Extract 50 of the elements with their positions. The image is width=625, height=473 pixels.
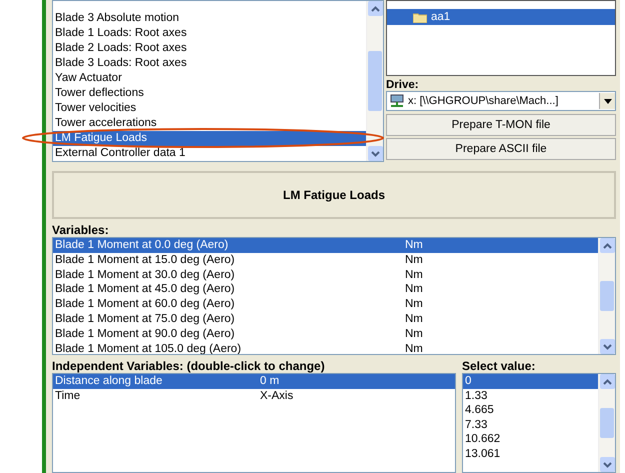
variable-row[interactable]: Blade 1 Moment at 75.0 deg (Aero) Nm bbox=[53, 312, 598, 327]
folder-item[interactable]: aa1 bbox=[387, 9, 615, 25]
scrollbar[interactable] bbox=[598, 374, 615, 472]
value-item[interactable]: 13.061 bbox=[463, 446, 598, 462]
scrollbar[interactable] bbox=[598, 238, 615, 354]
topic-item[interactable]: Yaw Actuator bbox=[53, 71, 366, 86]
topic-item[interactable]: Blade 1 Loads: Root axes bbox=[53, 26, 366, 41]
scroll-up-icon[interactable] bbox=[368, 1, 382, 16]
independent-variables-label: Independent Variables: (double-click to change) bbox=[52, 359, 326, 373]
prepare-button[interactable]: Prepare T-MON file bbox=[386, 114, 616, 136]
scrollbar[interactable] bbox=[366, 1, 383, 161]
independent-variable-row[interactable]: Time X-Axis bbox=[53, 388, 455, 404]
dataset-title: LM Fatigue Loads bbox=[52, 171, 616, 219]
topic-item[interactable]: Tower deflections bbox=[53, 86, 366, 101]
variable-row[interactable]: Blade 1 Moment at 0.0 deg (Aero) Nm bbox=[53, 238, 598, 253]
value-item[interactable]: 0 bbox=[463, 374, 598, 389]
topic-item[interactable]: Tower accelerations bbox=[53, 116, 366, 131]
topic-item[interactable]: Blade 2 Loads: Root axes bbox=[53, 41, 366, 56]
value-item[interactable]: 1.33 bbox=[463, 388, 598, 404]
variable-row[interactable]: Blade 1 Moment at 45.0 deg (Aero) Nm bbox=[53, 282, 598, 298]
topic-item[interactable]: LM Fatigue Loads bbox=[53, 131, 366, 146]
scroll-down-icon[interactable] bbox=[600, 339, 614, 354]
topic-item[interactable]: External Controller data 1 bbox=[53, 146, 366, 161]
topic-item[interactable]: Blade 3 Absolute motion bbox=[53, 11, 366, 26]
select-value-label: Select value: bbox=[462, 359, 536, 373]
drive-label: Drive: bbox=[386, 79, 420, 91]
network-drive-icon bbox=[389, 94, 405, 108]
scroll-up-icon[interactable] bbox=[600, 238, 614, 253]
topic-item[interactable]: Tower velocities bbox=[53, 101, 366, 116]
independent-variable-row[interactable]: Distance along blade 0 m bbox=[53, 374, 455, 389]
prepare-button[interactable]: Prepare ASCII file bbox=[386, 138, 616, 160]
variable-row[interactable]: Blade 1 Moment at 15.0 deg (Aero) Nm bbox=[53, 252, 598, 268]
scroll-up-icon[interactable] bbox=[600, 374, 614, 389]
variable-row[interactable]: Blade 1 Moment at 105.0 deg (Aero) Nm bbox=[53, 342, 598, 354]
value-item[interactable]: 4.665 bbox=[463, 403, 598, 418]
variables-label: Variables: bbox=[52, 223, 110, 237]
topic-item[interactable]: Blade 3 Loads: Root axes bbox=[53, 56, 366, 71]
variable-row[interactable]: Blade 1 Moment at 60.0 deg (Aero) Nm bbox=[53, 297, 598, 312]
scroll-thumb[interactable] bbox=[600, 281, 614, 311]
scroll-thumb[interactable] bbox=[600, 408, 614, 438]
value-item[interactable]: 10.662 bbox=[463, 432, 598, 447]
scroll-thumb[interactable] bbox=[368, 51, 382, 111]
scroll-down-icon[interactable] bbox=[600, 457, 614, 472]
folder-icon bbox=[413, 12, 427, 22]
dropdown-arrow-icon[interactable] bbox=[604, 98, 612, 104]
drive-dropdown[interactable]: x: [\\GHGROUP\share\Mach...] bbox=[386, 91, 616, 111]
scroll-down-icon[interactable] bbox=[368, 146, 382, 161]
variable-row[interactable]: Blade 1 Moment at 30.0 deg (Aero) Nm bbox=[53, 268, 598, 282]
value-item[interactable]: 7.33 bbox=[463, 418, 598, 432]
variable-row[interactable]: Blade 1 Moment at 90.0 deg (Aero) Nm bbox=[53, 326, 598, 342]
